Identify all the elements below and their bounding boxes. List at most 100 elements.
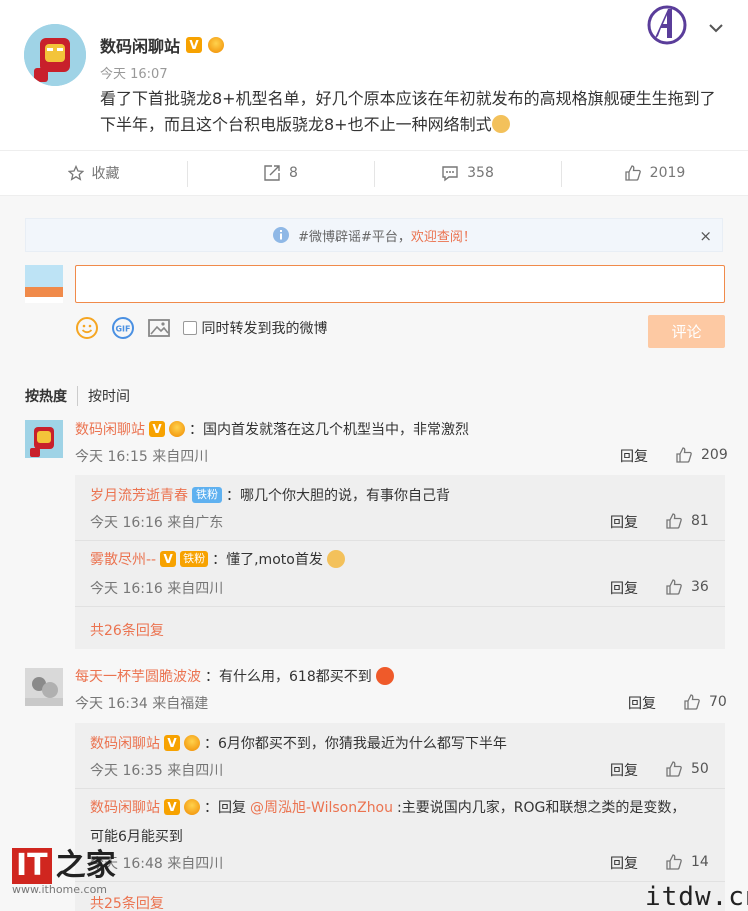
comment-meta: 今天 16:15 来自四川 bbox=[75, 449, 209, 465]
reply-button[interactable]: 回复 bbox=[620, 446, 648, 466]
like-count: 36 bbox=[691, 579, 709, 595]
my-avatar bbox=[25, 265, 63, 303]
thumbs-up-icon bbox=[666, 761, 682, 777]
repost-icon bbox=[264, 165, 280, 181]
sub-reply-line: 雾散尽州-- V 铁粉 ：懂了,moto首发 bbox=[90, 549, 345, 569]
post-author[interactable]: 数码闲聊站 V bbox=[100, 33, 225, 57]
repost-checkbox-row[interactable]: 同时转发到我的微博 bbox=[183, 318, 327, 338]
medal-icon bbox=[184, 799, 200, 815]
reply-like-button[interactable]: 14 bbox=[665, 853, 709, 871]
repost-checkbox-label: 同时转发到我的微博 bbox=[201, 321, 328, 337]
reply-like-button[interactable]: 50 bbox=[665, 760, 709, 778]
repost-count: 8 bbox=[289, 165, 298, 181]
reply-text: ：6月你都买不到，你猜我最近为什么都写下半年 bbox=[204, 736, 507, 752]
reply-author[interactable]: 雾散尽州-- bbox=[90, 549, 156, 569]
emoji-icon[interactable] bbox=[75, 316, 99, 340]
like-count: 81 bbox=[691, 513, 709, 529]
doge-emoji-icon bbox=[491, 115, 510, 133]
thumbs-up-icon bbox=[666, 579, 682, 595]
sub-reply-line: 数码闲聊站 V ：6月你都买不到，你猜我最近为什么都写下半年 bbox=[90, 733, 507, 753]
chevron-down-icon[interactable] bbox=[708, 20, 724, 36]
sub-reply-line: 岁月流芳逝青春 铁粉 ：哪几个你大胆的说，有事你自己背 bbox=[90, 485, 450, 505]
commenter-name[interactable]: 每天一杯芋圆脆波波 bbox=[75, 666, 201, 686]
close-icon[interactable]: × bbox=[699, 227, 712, 245]
like-count: 50 bbox=[691, 761, 709, 777]
ithome-watermark: IT 之家 bbox=[12, 840, 116, 884]
favorite-label: 收藏 bbox=[91, 166, 120, 182]
reply-button[interactable]: 回复 bbox=[610, 853, 638, 873]
reply-like-button[interactable]: 81 bbox=[665, 512, 709, 530]
comment-text: ：有什么用，618都买不到 bbox=[205, 669, 372, 685]
reply-prefix: ：回复 bbox=[204, 800, 246, 816]
more-replies-link[interactable]: 共26条回复 bbox=[90, 620, 164, 640]
like-count: 14 bbox=[691, 854, 709, 870]
mention-link[interactable]: @周泓旭-WilsonZhou bbox=[250, 797, 393, 817]
thumbs-up-icon bbox=[684, 694, 700, 710]
gif-icon[interactable]: GIF bbox=[111, 316, 135, 340]
reply-button[interactable]: 回复 bbox=[610, 578, 638, 598]
avengers-logo-icon bbox=[647, 5, 687, 45]
like-button[interactable]: 2019 bbox=[561, 151, 748, 195]
image-icon[interactable] bbox=[147, 316, 171, 340]
submit-comment-button[interactable]: 评论 bbox=[648, 315, 725, 348]
commenter-name[interactable]: 数码闲聊站 bbox=[75, 419, 145, 439]
svg-text:GIF: GIF bbox=[115, 325, 130, 334]
favorite-button[interactable]: 收藏 bbox=[0, 151, 187, 195]
divider bbox=[75, 540, 725, 541]
commenter-avatar[interactable] bbox=[25, 420, 63, 458]
post-time[interactable]: 今天 16:07 bbox=[100, 63, 168, 82]
verified-v-icon: V bbox=[164, 735, 180, 751]
comment-like-button[interactable]: 209 bbox=[675, 446, 728, 464]
commenter-avatar[interactable] bbox=[25, 668, 63, 706]
reply-author[interactable]: 数码闲聊站 bbox=[90, 733, 160, 753]
watermark-zhi: 之家 bbox=[55, 848, 116, 883]
angry-emoji-icon bbox=[375, 667, 394, 685]
reply-author[interactable]: 岁月流芳逝青春 bbox=[90, 485, 188, 505]
reply-meta: 今天 16:35 来自四川 bbox=[90, 763, 224, 779]
rumor-notice: #微博辟谣#平台， 欢迎查阅！ × bbox=[25, 218, 723, 252]
reply-button[interactable]: 回复 bbox=[610, 512, 638, 532]
thumbs-up-icon bbox=[666, 854, 682, 870]
comment-count: 358 bbox=[467, 165, 494, 181]
comment-1-line: 数码闲聊站 V ：国内首发就落在这几个机型当中，非常激烈 bbox=[75, 419, 469, 439]
doge-emoji-icon bbox=[326, 550, 345, 568]
info-icon bbox=[273, 227, 290, 243]
notice-link[interactable]: 欢迎查阅！ bbox=[411, 226, 476, 245]
comment-text: ：国内首发就落在这几个机型当中，非常激烈 bbox=[189, 422, 469, 438]
reply-text: :主要说国内几家，ROG和联想之类的是变数， bbox=[397, 800, 686, 816]
sort-by-hot[interactable]: 按热度 bbox=[25, 386, 78, 406]
fan-badge: 铁粉 bbox=[192, 487, 222, 503]
author-name[interactable]: 数码闲聊站 bbox=[100, 33, 180, 57]
comment-icon bbox=[442, 166, 458, 182]
comment-meta: 今天 16:34 来自福建 bbox=[75, 696, 209, 712]
repost-button[interactable]: 8 bbox=[187, 151, 374, 195]
comment-button[interactable]: 358 bbox=[374, 151, 561, 195]
reply-author[interactable]: 数码闲聊站 bbox=[90, 797, 160, 817]
reply-text: ：懂了,moto首发 bbox=[212, 552, 323, 568]
reply-button[interactable]: 回复 bbox=[628, 693, 656, 713]
thumbs-up-icon bbox=[625, 165, 641, 181]
post-card: 数码闲聊站 V 今天 16:07 看了下首批骁龙8+机型名单，好几个原本应该在年… bbox=[0, 0, 748, 150]
divider bbox=[75, 606, 725, 607]
medal-icon bbox=[184, 735, 200, 751]
divider bbox=[75, 881, 725, 882]
sub-reply-line: 数码闲聊站 V ：回复 @周泓旭-WilsonZhou:主要说国内几家，ROG和联… bbox=[90, 797, 685, 817]
thumbs-up-icon bbox=[666, 513, 682, 529]
post-action-bar: 收藏 8 358 2019 bbox=[0, 150, 748, 196]
reply-button[interactable]: 回复 bbox=[610, 760, 638, 780]
like-count: 70 bbox=[709, 694, 727, 710]
medal-icon bbox=[169, 421, 185, 437]
author-avatar[interactable] bbox=[24, 24, 86, 86]
sort-tabs: 按热度 按时间 bbox=[25, 386, 140, 406]
sort-by-time[interactable]: 按时间 bbox=[88, 386, 140, 406]
post-text: 看了下首批骁龙8+机型名单，好几个原本应该在年初就发布的高规格旗舰硬生生拖到了下… bbox=[100, 89, 716, 134]
reply-meta: 今天 16:16 来自四川 bbox=[90, 581, 224, 597]
comment-input[interactable] bbox=[75, 265, 725, 303]
comment-like-button[interactable]: 70 bbox=[683, 693, 727, 711]
repost-checkbox[interactable] bbox=[183, 321, 197, 335]
reply-like-button[interactable]: 36 bbox=[665, 578, 709, 596]
fan-badge: 铁粉 bbox=[180, 551, 209, 567]
verified-v-icon: V bbox=[164, 799, 180, 815]
divider bbox=[75, 788, 725, 789]
verified-v-icon: V bbox=[160, 551, 177, 567]
